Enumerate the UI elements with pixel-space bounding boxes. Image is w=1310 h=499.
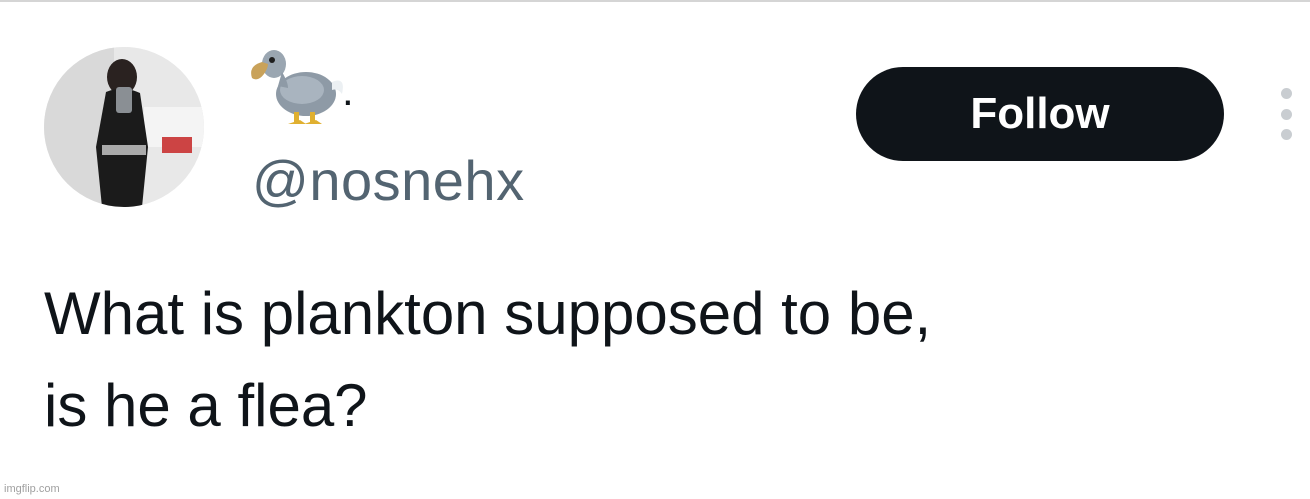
dodo-bird-emoji-icon [251,50,343,124]
more-options-icon[interactable] [1276,88,1296,140]
more-options-dot [1280,129,1292,140]
display-name-suffix: . [342,67,354,114]
tweet-text-line: What is plankton supposed to be, [44,280,932,347]
tweet-text-line: is he a flea? [44,372,368,439]
display-name[interactable]: . [248,42,354,132]
user-handle[interactable]: @nosnehx [252,148,525,214]
follow-button[interactable]: Follow [856,67,1224,161]
more-options-dot [1280,88,1292,99]
avatar[interactable] [44,47,204,207]
tweet-card: . @nosnehx Follow What is plankton suppo… [0,0,1310,499]
watermark: imgflip.com [4,483,60,495]
tweet-text: What is plankton supposed to be, is he a… [44,268,1284,452]
profile-photo-icon [44,47,204,207]
more-options-dot [1280,108,1292,120]
